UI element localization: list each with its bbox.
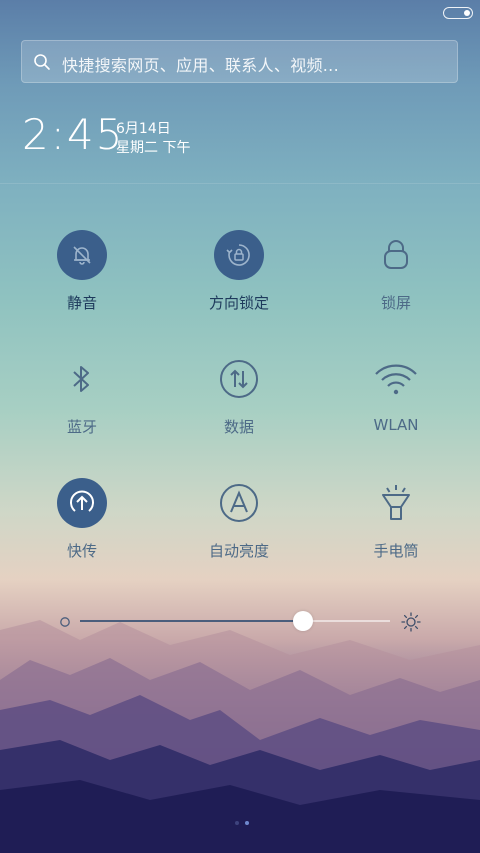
brightness-high-icon — [401, 612, 421, 632]
toggle-bluetooth[interactable]: 蓝牙 — [12, 354, 152, 437]
brightness-track-filled — [80, 620, 304, 622]
flashlight-icon — [371, 478, 421, 528]
data-icon — [214, 354, 264, 404]
toggle-lock-screen[interactable]: 锁屏 — [326, 230, 466, 313]
divider — [0, 183, 480, 184]
brightness-thumb[interactable] — [293, 611, 314, 631]
toggle-label: 自动亮度 — [208, 542, 269, 560]
toggle-label: WLAN — [373, 416, 419, 434]
search-bar[interactable]: 快捷搜索网页、应用、联系人、视频... — [21, 40, 458, 83]
lock-icon — [371, 230, 421, 280]
bell-muted-icon — [57, 230, 107, 280]
toggle-mute[interactable]: 静音 — [12, 230, 152, 313]
toggle-quick-transfer[interactable]: 快传 — [12, 478, 152, 561]
clock-weekday: 星期二 下午 — [116, 140, 191, 156]
clock-time: 2:45 — [22, 110, 125, 159]
toggle-auto-brightness[interactable]: 自动亮度 — [169, 478, 309, 561]
page-dot — [235, 821, 239, 825]
wifi-icon — [371, 354, 421, 404]
search-placeholder: 快捷搜索网页、应用、联系人、视频... — [62, 56, 339, 75]
toggle-label: 快传 — [66, 542, 97, 560]
page-indicator — [232, 810, 252, 829]
toggle-flashlight[interactable]: 手电筒 — [326, 478, 466, 561]
auto-brightness-icon — [214, 478, 264, 528]
toggle-label: 锁屏 — [380, 294, 411, 312]
brightness-low-icon — [60, 617, 70, 627]
rotation-lock-icon — [214, 230, 264, 280]
toggle-label: 数据 — [223, 418, 254, 436]
toggle-label: 静音 — [66, 294, 97, 312]
quick-transfer-icon — [57, 478, 107, 528]
toggle-label: 手电筒 — [373, 542, 419, 560]
toggle-rotation-lock[interactable]: 方向锁定 — [169, 230, 309, 313]
toggle-wlan[interactable]: WLAN — [326, 354, 466, 434]
page-dot-active — [245, 821, 249, 825]
status-toggle-icon[interactable] — [443, 7, 473, 19]
brightness-track-empty — [303, 620, 390, 622]
toggle-label: 蓝牙 — [66, 418, 97, 436]
clock-date: 6月14日 — [116, 121, 171, 137]
search-icon — [34, 54, 50, 70]
brightness-slider[interactable] — [59, 610, 424, 634]
toggle-data[interactable]: 数据 — [169, 354, 309, 437]
toggle-label: 方向锁定 — [208, 294, 269, 312]
bluetooth-icon — [57, 354, 107, 404]
